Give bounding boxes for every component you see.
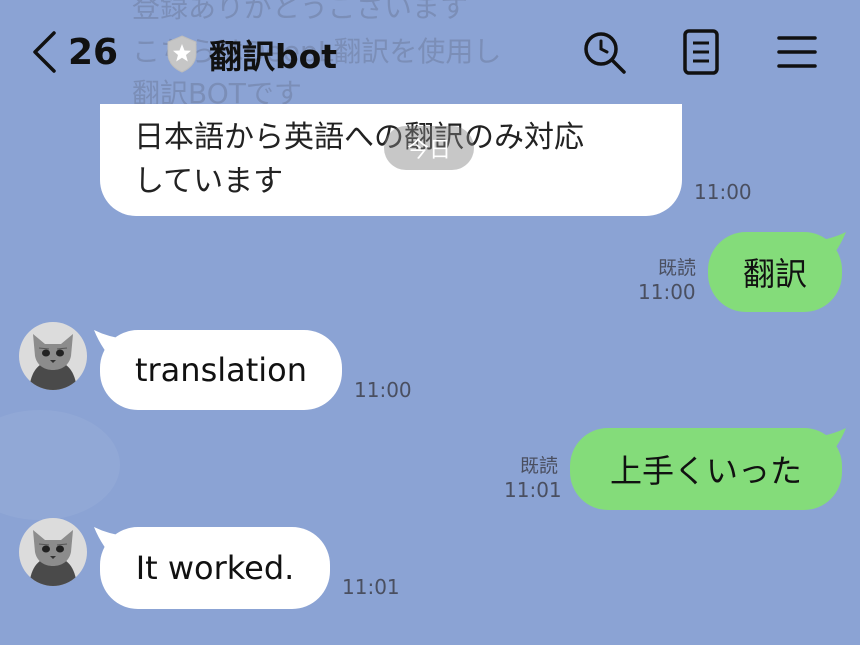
read-receipt: 既読 <box>519 455 558 477</box>
chat-header: 26 翻訳bot <box>0 0 860 104</box>
sent-message-bubble[interactable]: 上手くいった <box>570 428 842 510</box>
search-icon <box>584 32 626 74</box>
cat-avatar-icon <box>19 322 87 390</box>
background-decoration <box>0 410 120 520</box>
message-text-line: 日本語から英語への翻訳のみ対応 <box>134 120 584 155</box>
received-message-bubble[interactable]: translation <box>100 330 342 410</box>
message-time: 11:00 <box>694 180 752 204</box>
date-divider-pill: 今日 <box>384 126 474 170</box>
unread-count: 26 <box>68 31 119 73</box>
bot-avatar[interactable] <box>19 518 87 586</box>
read-receipt: 既読 <box>657 257 696 279</box>
menu-button[interactable] <box>776 28 818 80</box>
back-button[interactable]: 26 <box>30 30 118 74</box>
message-time: 11:01 <box>342 575 400 599</box>
chat-title[interactable]: 翻訳bot <box>165 30 337 78</box>
message-text: It worked. <box>135 549 295 587</box>
notes-button[interactable] <box>682 28 720 80</box>
notes-icon <box>683 29 719 75</box>
sent-message-bubble[interactable]: 翻訳 <box>708 232 842 312</box>
chevron-left-icon <box>33 31 56 73</box>
menu-icon <box>777 36 817 68</box>
message-time: 11:00 <box>354 378 412 402</box>
message-time: 11:00 <box>638 280 696 304</box>
message-text: 翻訳 <box>742 255 807 293</box>
message-time: 11:01 <box>504 478 562 502</box>
cat-avatar-icon <box>19 518 87 586</box>
message-text: translation <box>134 351 308 389</box>
search-button[interactable] <box>580 28 628 80</box>
date-label: 今日 <box>406 138 451 163</box>
chat-name: 翻訳bot <box>209 37 338 76</box>
official-badge-icon <box>167 35 197 73</box>
bot-avatar[interactable] <box>19 322 87 390</box>
message-text-line: しています <box>134 164 284 199</box>
received-message-bubble[interactable]: It worked. <box>100 527 330 609</box>
message-text: 上手くいった <box>609 452 802 490</box>
